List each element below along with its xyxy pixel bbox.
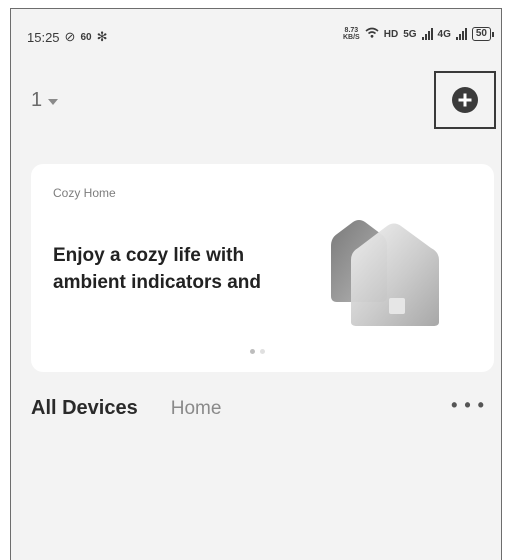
device-tabs: All Devices Home xyxy=(31,397,221,420)
phone-screen: 15:25 ⊘ 60 ✻ 8.73 KB/S HD 5G 4G 50 1 Coz… xyxy=(10,8,502,560)
tab-home[interactable]: Home xyxy=(171,398,222,420)
hd-label: HD xyxy=(383,28,399,40)
notification-indicator: 60 xyxy=(80,31,92,43)
home-name: 1 xyxy=(31,89,43,111)
plus-circle-icon xyxy=(452,87,478,113)
wifi-icon xyxy=(365,27,379,41)
add-device-button[interactable] xyxy=(434,71,496,129)
signal-icon-1 xyxy=(421,28,433,40)
fan-icon: ✻ xyxy=(96,29,108,44)
network-speed-value: 8.73 xyxy=(344,27,359,34)
status-bar: 15:25 ⊘ 60 ✻ 8.73 KB/S HD 5G 4G 50 xyxy=(11,9,501,53)
sim2-label: 4G xyxy=(437,28,451,40)
house-illustration-icon xyxy=(331,220,439,326)
network-speed: 8.73 KB/S xyxy=(343,27,360,41)
promo-banner-card[interactable]: Cozy Home Enjoy a cozy life with ambient… xyxy=(31,164,494,372)
home-selector[interactable]: 1 xyxy=(31,89,59,112)
no-disturb-icon: ⊘ xyxy=(64,29,76,44)
tab-all-devices[interactable]: All Devices xyxy=(31,397,138,420)
banner-headline: Enjoy a cozy life with ambient indicator… xyxy=(53,245,261,293)
battery-indicator: 50 xyxy=(471,27,495,41)
status-right: 8.73 KB/S HD 5G 4G 50 xyxy=(343,27,495,41)
status-left: 15:25 ⊘ 60 ✻ xyxy=(27,29,107,45)
signal-icon-2 xyxy=(455,28,467,40)
carousel-dot-active[interactable] xyxy=(250,349,255,354)
chevron-down-icon xyxy=(48,99,59,105)
more-options-icon[interactable]: • • • xyxy=(451,395,485,416)
clock: 15:25 xyxy=(27,29,60,45)
carousel-dot[interactable] xyxy=(260,349,265,354)
network-speed-unit: KB/S xyxy=(343,34,360,41)
banner-tag: Cozy Home xyxy=(53,186,116,200)
sim1-label: 5G xyxy=(403,28,417,40)
carousel-dots xyxy=(250,349,265,354)
